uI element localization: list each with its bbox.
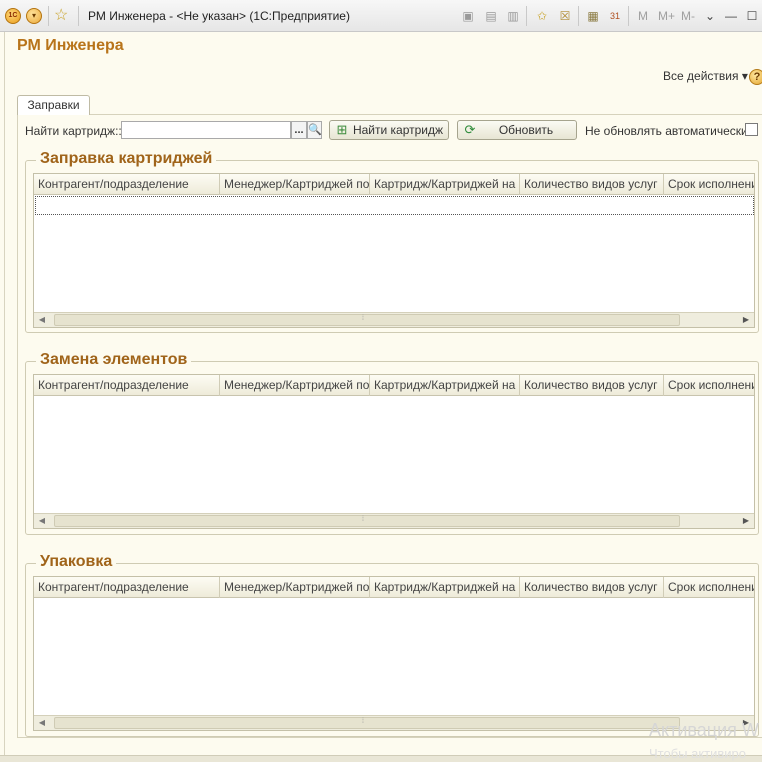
column-header[interactable]: Срок исполнения	[664, 577, 754, 598]
column-header[interactable]: Контрагент/подразделение	[34, 174, 220, 195]
toolbar-separator	[48, 6, 49, 26]
all-actions-menu[interactable]: Все действия ▾	[663, 69, 748, 83]
column-header[interactable]: Менеджер/Картриджей по...	[220, 174, 370, 195]
tab-zapravki[interactable]: Заправки	[17, 95, 90, 115]
horizontal-scrollbar[interactable]: ◀ ⁞ ▶	[34, 513, 754, 528]
memory-minus-button[interactable]: M-	[681, 9, 695, 23]
search-input[interactable]	[121, 121, 291, 139]
grid-header: Контрагент/подразделение Менеджер/Картри…	[34, 174, 754, 195]
column-header[interactable]: Срок исполнения	[664, 375, 754, 396]
grid-header: Контрагент/подразделение Менеджер/Картри…	[34, 577, 754, 598]
horizontal-scrollbar[interactable]: ◀ ⁞ ▶	[34, 312, 754, 327]
scroll-right-icon[interactable]: ▶	[740, 315, 752, 325]
column-header[interactable]: Менеджер/Картриджей по...	[220, 375, 370, 396]
column-header[interactable]: Картридж/Картриджей на ...	[370, 375, 520, 396]
toolbar-separator	[578, 6, 579, 26]
save-icon[interactable]: ▣	[461, 9, 475, 23]
scroll-left-icon[interactable]: ◀	[36, 315, 48, 325]
scroll-left-icon[interactable]: ◀	[36, 516, 48, 526]
column-header[interactable]: Количество видов услуг	[520, 375, 664, 396]
grid-zamena[interactable]: Контрагент/подразделение Менеджер/Картри…	[33, 374, 755, 529]
group-zamena: Замена элементов Контрагент/подразделени…	[25, 351, 759, 535]
grip-icon: ⁞	[362, 718, 364, 725]
scroll-right-icon[interactable]: ▶	[740, 516, 752, 526]
group-title: Упаковка	[36, 553, 117, 571]
find-cartridge-label: Найти картридж	[352, 123, 444, 137]
page-title: РМ Инженера	[17, 37, 124, 54]
minimize-icon[interactable]: —	[724, 9, 738, 23]
no-auto-refresh-checkbox[interactable]	[745, 123, 758, 136]
no-auto-refresh-label: Не обновлять автоматически:	[585, 124, 752, 138]
group-title: Замена элементов	[36, 351, 192, 369]
grip-icon: ⁞	[362, 516, 364, 523]
toolbar-separator	[526, 6, 527, 26]
column-header[interactable]: Количество видов услуг	[520, 174, 664, 195]
group-zapravka: Заправка картриджей Контрагент/подраздел…	[25, 150, 759, 333]
calendar-icon[interactable]: 31	[608, 9, 622, 23]
main-menu-icon[interactable]: ▾	[26, 8, 42, 24]
activation-watermark-subtitle: Чтобы активиро	[649, 746, 747, 761]
memory-m-button[interactable]: M	[638, 9, 648, 23]
scroll-left-icon[interactable]: ◀	[36, 718, 48, 728]
table-row[interactable]	[35, 196, 754, 215]
refresh-button[interactable]: ⟳ Обновить	[457, 120, 577, 140]
refresh-icon: ⟳	[464, 122, 476, 137]
form-window: РМ Инженера Все действия ▾ ? Заправки На…	[4, 32, 762, 762]
toolbar-separator	[78, 6, 79, 26]
refresh-label: Обновить	[498, 123, 554, 137]
column-header[interactable]: Контрагент/подразделение	[34, 577, 220, 598]
column-header[interactable]: Картридж/Картриджей на ...	[370, 174, 520, 195]
group-upakovka: Упаковка Контрагент/подразделение Менедж…	[25, 553, 759, 737]
find-cartridge-button[interactable]: ⊞ Найти картридж	[329, 120, 449, 140]
chevron-down-icon: ▾	[741, 69, 748, 83]
search-label: Найти картридж::	[25, 124, 122, 138]
scroll-thumb[interactable]	[54, 515, 680, 527]
print-icon[interactable]: ▤	[484, 9, 498, 23]
grip-icon: ⁞	[362, 315, 364, 322]
maximize-icon[interactable]: ☐	[745, 9, 759, 23]
window-title: РМ Инженера - <Не указан> (1С:Предприяти…	[88, 9, 350, 23]
preview-icon[interactable]: ▥	[506, 9, 520, 23]
calculator-icon[interactable]: ▦	[586, 9, 600, 23]
favorites-star-icon[interactable]: ☆	[54, 7, 68, 25]
1c-logo-icon[interactable]: 1С	[5, 8, 21, 24]
scroll-thumb[interactable]	[54, 314, 680, 326]
column-header[interactable]: Срок исполнения	[664, 174, 754, 195]
grid-upakovka[interactable]: Контрагент/подразделение Менеджер/Картри…	[33, 576, 755, 731]
scroll-thumb[interactable]	[54, 717, 680, 729]
help-icon[interactable]: ?	[749, 69, 762, 85]
grid-zapravka[interactable]: Контрагент/подразделение Менеджер/Картри…	[33, 173, 755, 328]
horizontal-scrollbar[interactable]: ◀ ⁞ ▶	[34, 715, 754, 730]
add-favorite-icon[interactable]: ✩	[535, 9, 549, 23]
grid-header: Контрагент/подразделение Менеджер/Картри…	[34, 375, 754, 396]
memory-plus-button[interactable]: M+	[658, 9, 675, 23]
column-header[interactable]: Менеджер/Картриджей по...	[220, 577, 370, 598]
add-document-icon: ⊞	[336, 122, 348, 137]
all-actions-label: Все действия	[663, 69, 739, 83]
group-title: Заправка картриджей	[36, 150, 217, 168]
search-select-button[interactable]: ...	[291, 121, 307, 139]
column-header[interactable]: Картридж/Картриджей на ...	[370, 577, 520, 598]
column-header[interactable]: Количество видов услуг	[520, 577, 664, 598]
activation-watermark: Активация W	[649, 720, 759, 740]
window-bottom-edge	[0, 755, 762, 762]
column-header[interactable]: Контрагент/подразделение	[34, 375, 220, 396]
search-icon[interactable]: 🔍	[307, 121, 322, 139]
chevron-down-icon[interactable]: ⌄	[703, 9, 717, 23]
bookmark-icon[interactable]: ☒	[558, 9, 572, 23]
window-titlebar: 1С ▾ ☆ РМ Инженера - <Не указан> (1С:Пре…	[0, 0, 762, 32]
toolbar-separator	[628, 6, 629, 26]
